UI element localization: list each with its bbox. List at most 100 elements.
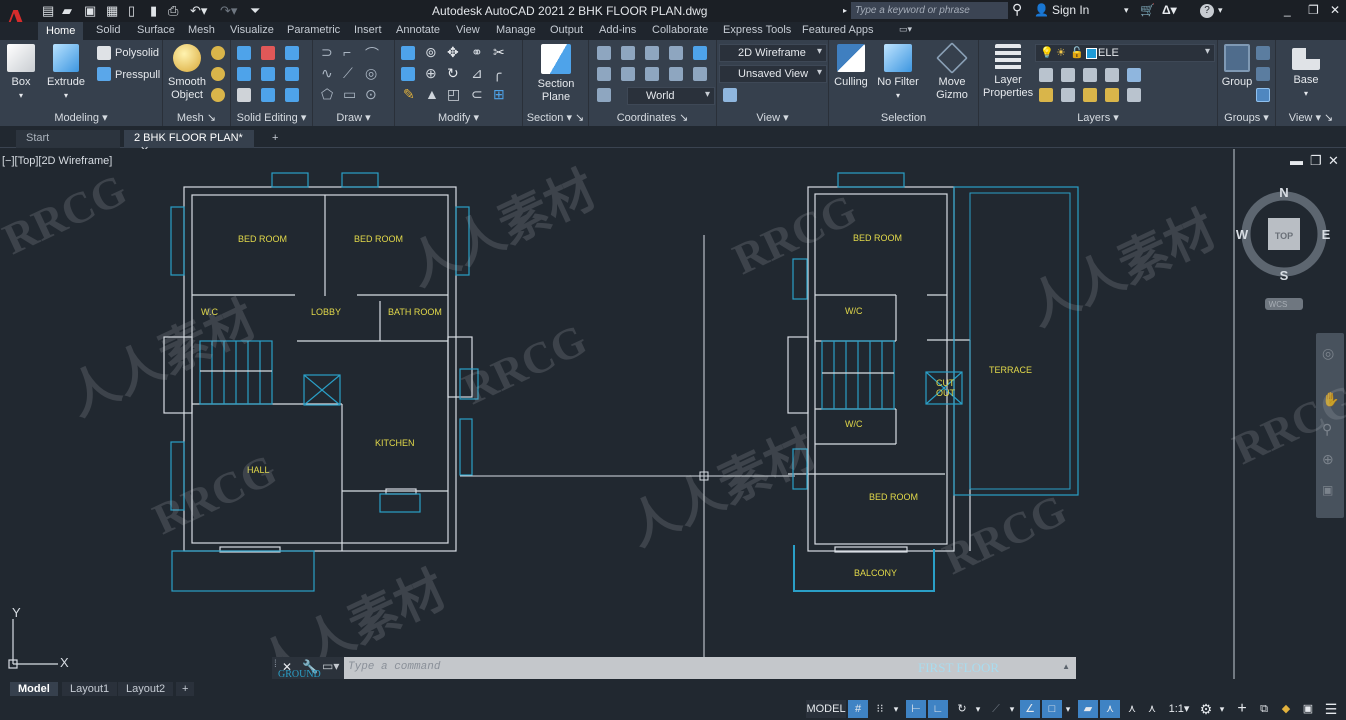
isodraft-dropdown-icon[interactable]: ▾ bbox=[1006, 700, 1018, 718]
smooth-object-button[interactable]: Smooth Object bbox=[165, 44, 209, 102]
isolate-objects-icon[interactable]: ⧉ bbox=[1254, 700, 1274, 718]
redo-icon[interactable]: ↷▾ bbox=[220, 3, 237, 19]
modeling-panel-label[interactable]: Modeling ▾ bbox=[0, 111, 162, 124]
tab-manage[interactable]: Manage bbox=[492, 24, 540, 36]
search-expand-icon[interactable]: ▸ bbox=[843, 6, 847, 15]
showmotion-icon[interactable]: ▣ bbox=[1322, 483, 1333, 497]
section-panel-label[interactable]: Section ▾ ↘ bbox=[523, 111, 588, 124]
navigation-bar[interactable]: ◎ ✋ ⚲ ⊕ ▣ bbox=[1316, 333, 1344, 518]
tab-visualize[interactable]: Visualize bbox=[226, 24, 278, 36]
minimize-icon[interactable]: _ bbox=[1284, 3, 1291, 17]
move-copy-icon[interactable] bbox=[401, 46, 415, 60]
command-history-icon[interactable]: ▲ bbox=[1062, 662, 1070, 671]
ortho-toggle-icon[interactable]: ∟ bbox=[928, 700, 948, 718]
tab-express-tools[interactable]: Express Tools bbox=[719, 24, 795, 36]
polyline-icon[interactable]: ⌐ bbox=[343, 44, 351, 60]
workspace-dropdown-icon[interactable]: ▾ bbox=[1216, 700, 1228, 718]
modify-panel-label[interactable]: Modify ▾ bbox=[395, 111, 522, 124]
polysolid-button[interactable]: Polysolid bbox=[115, 47, 159, 59]
help-search-input[interactable]: Type a keyword or phrase bbox=[851, 2, 1008, 19]
layer-dropdown[interactable]: 💡 ☀ 🔓 ELE bbox=[1035, 44, 1215, 62]
layer-unisolate-icon[interactable] bbox=[1061, 88, 1075, 102]
tab-surface[interactable]: Surface bbox=[133, 24, 179, 36]
ribbon-minimize-icon[interactable]: ▭▾ bbox=[895, 24, 916, 35]
mesh-panel-label[interactable]: Mesh ↘ bbox=[163, 111, 230, 124]
arc-icon[interactable]: ⌒ bbox=[365, 44, 379, 64]
extrude-button[interactable]: Extrude ▾ bbox=[46, 44, 86, 102]
section-plane-button[interactable]: Section Plane bbox=[531, 44, 581, 104]
viewport-restore-icon[interactable]: ❐ bbox=[1310, 153, 1322, 169]
close-icon[interactable]: ✕ bbox=[1330, 3, 1340, 17]
tab-layout1[interactable]: Layout1 bbox=[62, 682, 118, 696]
steering-wheel-icon[interactable]: ◎ bbox=[1322, 345, 1334, 362]
smooth-more-icon[interactable] bbox=[211, 46, 225, 60]
viewport-config-icon[interactable] bbox=[723, 88, 737, 102]
presspull-button[interactable]: Presspull bbox=[115, 69, 160, 81]
tab-mesh[interactable]: Mesh bbox=[184, 24, 219, 36]
tab-layout2[interactable]: Layout2 bbox=[118, 682, 174, 696]
solid-editing-panel-label[interactable]: Solid Editing ▾ bbox=[231, 111, 312, 124]
layer-on-all-icon[interactable] bbox=[1039, 88, 1053, 102]
customize-icon[interactable]: ⏷ bbox=[250, 3, 260, 19]
layer-match-icon[interactable] bbox=[1127, 68, 1141, 82]
tab-solid[interactable]: Solid bbox=[92, 24, 124, 36]
command-line[interactable]: ⁞ ✕ 🔧 ▭▾ GROUND FLOOR Type a command FIR… bbox=[272, 657, 1076, 691]
ucs-3point-icon[interactable] bbox=[693, 67, 707, 81]
snap-toggle-icon[interactable]: ⁝⁝ bbox=[870, 700, 890, 718]
layers-panel-label[interactable]: Layers ▾ bbox=[979, 111, 1217, 124]
base-view-button[interactable]: Base ▾ bbox=[1286, 48, 1326, 100]
group-button[interactable]: Group bbox=[1220, 44, 1254, 89]
culling-button[interactable]: Culling bbox=[831, 44, 871, 89]
layer-unlock-all-icon[interactable] bbox=[1105, 88, 1119, 102]
ucs-view-icon[interactable] bbox=[621, 67, 635, 81]
hardware-acceleration-icon[interactable]: ◆ bbox=[1276, 700, 1296, 718]
array3d-icon[interactable]: ⊕ bbox=[425, 65, 437, 82]
grid-toggle-icon[interactable]: # bbox=[848, 700, 868, 718]
trim-icon[interactable]: ✂ bbox=[493, 44, 505, 61]
open-icon[interactable]: ▰ bbox=[62, 3, 72, 19]
command-input[interactable]: Type a command bbox=[348, 661, 440, 673]
named-view-dropdown[interactable]: Unsaved View bbox=[719, 65, 827, 83]
group-selection-icon[interactable] bbox=[1256, 88, 1270, 102]
annotation-scale-dropdown[interactable]: 1:1▾ bbox=[1164, 700, 1194, 718]
line2-icon[interactable]: ⟋ bbox=[343, 65, 353, 82]
tab-view[interactable]: View bbox=[452, 24, 484, 36]
ucs-icon[interactable] bbox=[597, 46, 611, 60]
restore-icon[interactable]: ❐ bbox=[1308, 3, 1319, 17]
save-icon[interactable]: ▣ bbox=[84, 3, 96, 19]
draw-panel-label[interactable]: Draw ▾ bbox=[313, 111, 394, 124]
scale-icon[interactable]: ◰ bbox=[447, 86, 460, 103]
tab-annotate[interactable]: Annotate bbox=[392, 24, 444, 36]
group-edit-icon[interactable] bbox=[1256, 67, 1270, 81]
extract-edges-icon[interactable] bbox=[285, 67, 299, 81]
tab-model[interactable]: Model bbox=[10, 682, 58, 696]
drawing-viewport[interactable]: [−][Top][2D Wireframe] BED ROOM BED ROOM… bbox=[0, 149, 1346, 679]
tab-start[interactable]: Start bbox=[16, 130, 120, 148]
help-dropdown-icon[interactable]: ▾ bbox=[1218, 5, 1223, 16]
viewport-close-icon[interactable]: ✕ bbox=[1328, 153, 1339, 169]
zoom-extents-icon[interactable]: ⚲ bbox=[1322, 421, 1332, 438]
layer-isolate-icon[interactable] bbox=[1061, 68, 1075, 82]
layer-walk-icon[interactable] bbox=[1127, 88, 1141, 102]
pan-icon[interactable]: ✋ bbox=[1322, 391, 1339, 408]
polygon-icon[interactable]: ⬠ bbox=[321, 86, 333, 103]
rotate-icon[interactable]: ↻ bbox=[447, 65, 459, 82]
new-tab-button[interactable]: + bbox=[262, 130, 288, 148]
array-icon[interactable]: ⊞ bbox=[493, 86, 505, 103]
stretch-icon[interactable] bbox=[401, 67, 415, 81]
circle-icon[interactable]: ◎ bbox=[365, 65, 377, 82]
save-as-icon[interactable]: ▦ bbox=[106, 3, 118, 19]
layer-off-icon[interactable] bbox=[1039, 68, 1053, 82]
infer-constraints-icon[interactable]: ⊢ bbox=[906, 700, 926, 718]
slice-icon[interactable] bbox=[285, 46, 299, 60]
search-icon[interactable]: ⚲ bbox=[1012, 1, 1022, 18]
layer-freeze-icon[interactable] bbox=[1083, 68, 1097, 82]
orbit-icon[interactable]: ⊕ bbox=[1322, 451, 1334, 468]
viewcube[interactable]: TOP N S W E WCS bbox=[1234, 180, 1334, 313]
viewport-minimize-icon[interactable]: ▬ bbox=[1290, 153, 1303, 168]
workspace-gear-icon[interactable]: ⚙ bbox=[1196, 700, 1216, 718]
tab-featured-apps[interactable]: Featured Apps bbox=[798, 24, 878, 36]
union-icon[interactable] bbox=[237, 46, 251, 60]
snap-dropdown-icon[interactable]: ▾ bbox=[890, 700, 902, 718]
smooth-less-icon[interactable] bbox=[211, 67, 225, 81]
